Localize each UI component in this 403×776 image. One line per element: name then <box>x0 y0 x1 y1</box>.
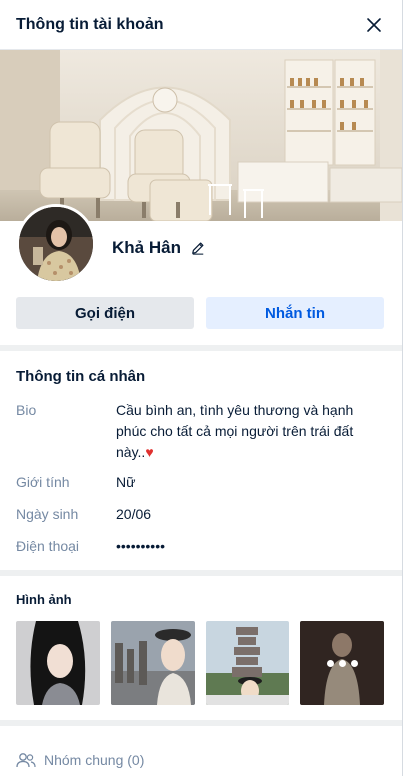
info-row-gender: Giới tính Nữ <box>16 472 386 493</box>
users-icon <box>16 753 36 768</box>
section-divider <box>0 570 402 576</box>
gender-label: Giới tính <box>16 474 70 490</box>
phone-value: •••••••••• <box>116 538 166 554</box>
common-groups-label: Nhóm chung (0) <box>44 752 145 768</box>
info-row-phone: Điện thoại •••••••••• <box>16 536 386 557</box>
photo-thumbnail-more[interactable] <box>300 621 384 705</box>
panel-header: Thông tin tài khoản <box>0 0 402 50</box>
gender-value: Nữ <box>116 474 136 490</box>
message-button[interactable]: Nhắn tin <box>206 297 384 329</box>
panel-title: Thông tin tài khoản <box>16 15 164 33</box>
photo-grid <box>16 621 384 705</box>
pencil-icon <box>192 242 204 255</box>
birthday-value: 20/06 <box>116 506 152 522</box>
photo-thumbnail[interactable] <box>16 621 100 705</box>
heart-icon: ♥ <box>145 444 154 460</box>
info-row-bio: Bio Cầu bình an, tình yêu thương và hạnh… <box>16 400 386 463</box>
avatar[interactable] <box>16 204 96 284</box>
more-dots-icon <box>300 621 384 705</box>
photo-thumbnail[interactable] <box>205 621 290 705</box>
common-groups-row[interactable]: Nhóm chung (0) <box>16 752 144 768</box>
call-button[interactable]: Gọi điện <box>16 297 194 329</box>
cover-photo[interactable] <box>0 50 402 221</box>
info-row-birthday: Ngày sinh 20/06 <box>16 504 386 525</box>
edit-name-button[interactable] <box>191 240 207 256</box>
images-title: Hình ảnh <box>16 592 72 607</box>
photo-thumbnail[interactable] <box>110 621 195 705</box>
phone-label: Điện thoại <box>16 538 80 554</box>
birthday-label: Ngày sinh <box>16 506 79 522</box>
close-button[interactable] <box>362 13 386 37</box>
account-info-panel: Thông tin tài khoản Khả Hân Gọi điện Nhắ… <box>0 0 403 776</box>
section-divider <box>0 345 402 351</box>
cover-image <box>0 50 402 221</box>
profile-name-row: Khả Hân <box>112 238 207 258</box>
personal-info-title: Thông tin cá nhân <box>16 368 146 385</box>
avatar-image <box>19 207 93 281</box>
bio-value: Cầu bình an, tình yêu thương và hạnh phú… <box>116 402 354 460</box>
profile-actions: Gọi điện Nhắn tin <box>16 297 384 329</box>
bio-label: Bio <box>16 402 37 418</box>
section-divider <box>0 720 402 726</box>
close-icon <box>367 17 381 32</box>
profile-name: Khả Hân <box>112 238 181 257</box>
